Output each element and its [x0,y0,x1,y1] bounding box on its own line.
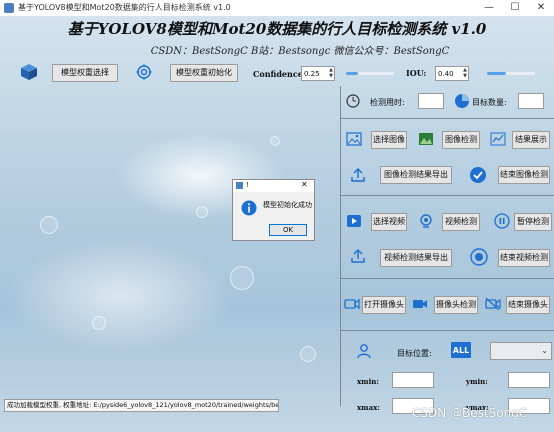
count-value-box [518,93,544,109]
stop-image-detection-button[interactable]: 结束图像检测 [498,166,550,184]
cube-icon [20,63,38,81]
export-video-results-button[interactable]: 视频检测结果导出 [380,249,452,267]
pause-detection-button[interactable]: 暂停检测 [514,213,552,231]
confidence-value: 0.25 [304,70,320,78]
iou-value: 0.40 [438,70,454,78]
image-icon [346,131,362,147]
xmin-field [392,372,434,388]
webcam-icon [418,213,434,229]
close-window-button[interactable]: ✕ [528,0,554,16]
xmin-label: xmin: [357,377,379,386]
iou-spinbox[interactable]: 0.40 ▲ ▼ [435,66,469,81]
video-icon [346,213,362,229]
pie-chart-icon [454,93,470,109]
target-position-label: 目标位置: [397,349,432,358]
window-titlebar: 基于YOLOV8模型和Mot20数据集的行人目标检测系统 v1.0 — ☐ ✕ [0,0,554,17]
clock-icon [346,94,360,108]
page-subtitle: CSDN：BestSongC B站：Bestsongc 微信公众号：BestSo… [150,46,450,57]
show-results-button[interactable]: 结果展示 [512,131,550,149]
divider [340,118,554,119]
count-label: 目标数量: [472,98,507,107]
select-image-button[interactable]: 选择图像 [371,131,407,149]
export-image-results-button[interactable]: 图像检测结果导出 [380,166,452,184]
upload-icon [350,248,366,264]
panel-border [340,86,341,406]
iou-label: IOU: [406,68,427,78]
dialog-titlebar: ! ✕ [233,180,314,192]
bubble-decoration [270,136,280,146]
iou-slider[interactable] [487,72,535,75]
ymin-label: ymin: [466,377,488,386]
minimize-button[interactable]: — [476,0,502,16]
bubble-decoration [300,346,316,362]
watermark: CSDN @BestSongC [412,406,528,420]
divider [340,195,554,196]
bubble-decoration [92,316,106,330]
info-icon [241,200,257,216]
camera-detect-button[interactable]: 摄像头检测 [434,296,478,314]
bubble-decoration [230,266,254,290]
ok-button[interactable]: OK [269,224,307,236]
all-targets-badge: ALL [451,342,471,358]
camera-off-icon [485,297,501,311]
status-bar: 成功加载模型权重, 权重地址: E:/pyside6_yolov8_121/yo… [4,399,279,412]
detect-image-button[interactable]: 图像检测 [442,131,480,149]
person-icon [356,343,372,359]
time-value-box [418,93,444,109]
app-icon [236,182,243,189]
confidence-spinbox[interactable]: 0.25 ▲ ▼ [301,66,335,81]
select-weights-button[interactable]: 模型权重选择 [52,64,118,82]
stop-video-detection-button[interactable]: 结束视频检测 [498,249,550,267]
divider [340,278,554,279]
camera-icon [344,297,360,311]
check-circle-icon [469,166,487,184]
target-select-dropdown[interactable]: ⌄ [490,342,552,360]
time-label: 检测用时: [370,98,405,107]
open-camera-button[interactable]: 打开摄像头 [362,296,406,314]
camera-icon [412,297,428,311]
init-model-button[interactable]: 模型权重初始化 [170,64,238,82]
message-dialog: ! ✕ 模型初始化成功 OK [232,179,315,241]
divider [340,330,554,331]
upload-icon [350,167,366,183]
dialog-close-button[interactable]: ✕ [301,180,308,189]
chevron-down-icon: ⌄ [541,346,548,355]
iou-slider-fill [487,72,507,75]
target-icon [136,64,152,80]
gallery-icon [418,131,434,147]
spin-arrows-icon[interactable]: ▲ ▼ [329,67,333,79]
bubble-decoration [196,206,208,218]
page-title: 基于YOLOV8模型和Mot20数据集的行人目标检测系统 v1.0 [67,20,487,38]
maximize-button[interactable]: ☐ [502,0,528,16]
confidence-label: Confidence: [253,69,306,79]
pause-icon [494,213,510,229]
stop-icon [470,248,488,266]
confidence-slider-fill [346,72,358,75]
bubble-decoration [40,216,58,234]
xmax-label: xmax: [357,403,380,412]
spin-arrows-icon[interactable]: ▲ ▼ [463,67,467,79]
dialog-title: ! [246,181,249,189]
window-title: 基于YOLOV8模型和Mot20数据集的行人目标检测系统 v1.0 [18,3,231,12]
select-video-button[interactable]: 选择视频 [371,213,407,231]
detect-video-button[interactable]: 视频检测 [442,213,480,231]
ymin-field [508,372,550,388]
dialog-message: 模型初始化成功 [263,201,312,209]
confidence-slider[interactable] [346,72,394,75]
app-icon [4,3,14,13]
chart-icon [490,131,506,147]
stop-camera-button[interactable]: 结束摄像头 [506,296,550,314]
